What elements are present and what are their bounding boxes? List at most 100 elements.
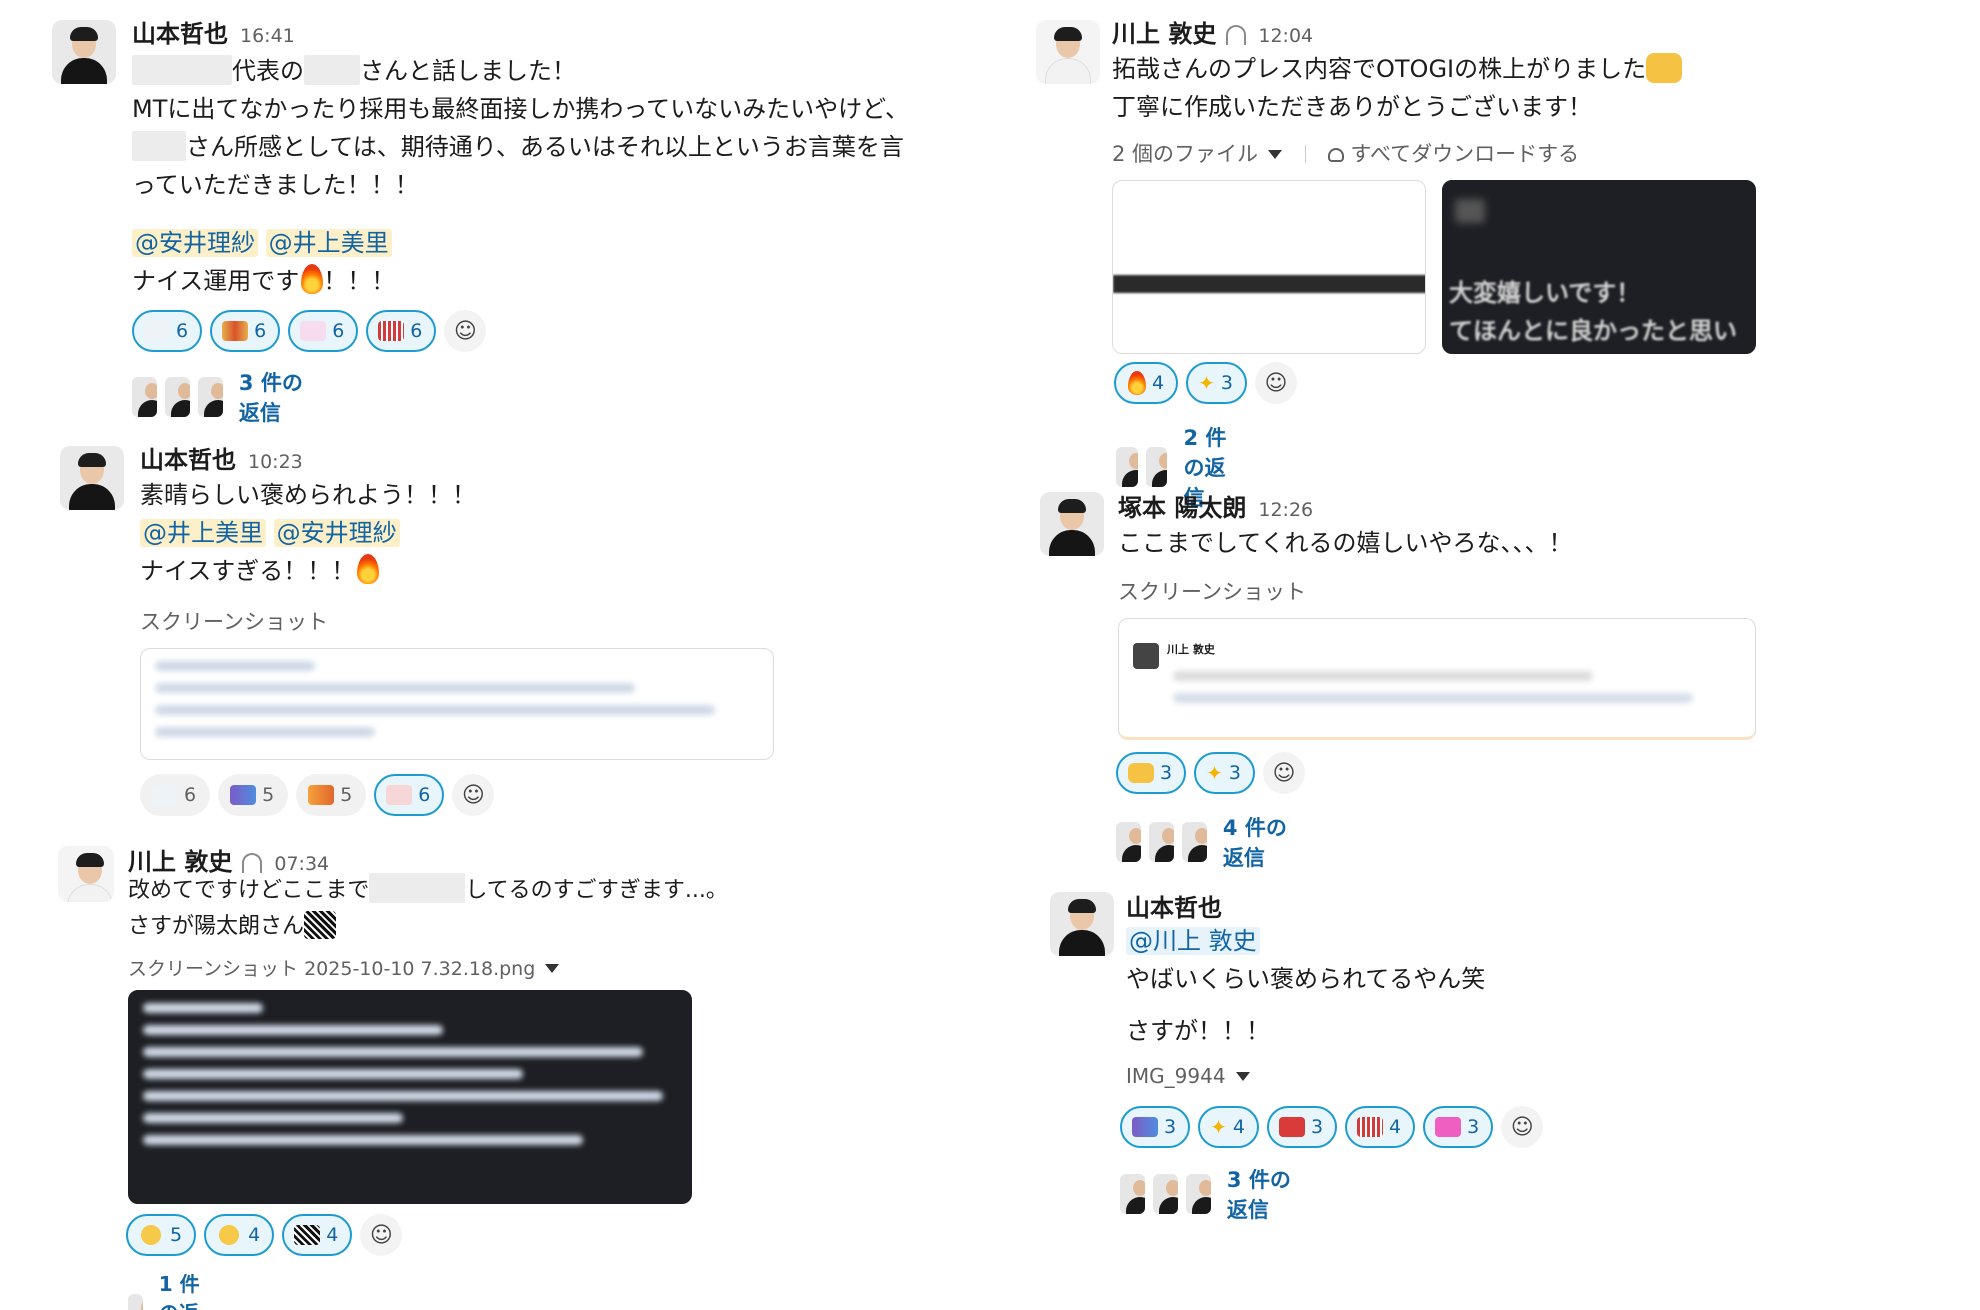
download-all-link[interactable]: すべてダウンロードする — [1350, 142, 1579, 166]
avatar[interactable] — [60, 446, 124, 510]
reaction[interactable]: 3 — [1116, 752, 1186, 794]
timestamp[interactable]: 10:23 — [248, 451, 303, 473]
add-reaction-icon[interactable]: ☺ — [1263, 752, 1305, 794]
emoji-icon — [294, 1225, 320, 1245]
reaction[interactable]: ✦3 — [1186, 362, 1247, 404]
chevron-down-icon — [1236, 1072, 1250, 1081]
image-text: 大変嬉しいです！ — [1449, 273, 1640, 308]
reaction[interactable]: 4 — [1345, 1106, 1415, 1148]
mentions-line: @安井理紗 @井上美里 — [132, 224, 392, 262]
avatar — [1120, 1174, 1145, 1214]
reaction[interactable]: 4 — [204, 1214, 274, 1256]
replies-link[interactable]: 3 件の返信 — [239, 367, 305, 427]
reaction[interactable]: 3 — [1423, 1106, 1493, 1148]
reaction-bar: 3 ✦3 ☺ — [1116, 752, 1305, 794]
avatar — [1146, 447, 1168, 487]
emoji-icon — [300, 321, 326, 341]
reaction[interactable]: ✦4 — [1198, 1106, 1259, 1148]
sender-name[interactable]: 川上 敦史 — [1112, 14, 1216, 49]
message-line: 丁寧に作成いただきありがとうございます！ — [1112, 88, 1592, 126]
raised-hands-emoji-icon — [1646, 53, 1682, 83]
sender-name[interactable]: 塚本 陽太朗 — [1118, 488, 1246, 523]
message-line: 拓哉さんのプレス内容でOTOGIの株上がりました — [1112, 50, 1682, 88]
download-icon — [1328, 148, 1344, 162]
avatar[interactable] — [1036, 20, 1100, 84]
file-thumbnail[interactable] — [1112, 180, 1426, 354]
avatar[interactable] — [52, 20, 116, 84]
timestamp[interactable]: 12:04 — [1258, 25, 1313, 47]
fire-emoji-icon — [357, 554, 379, 584]
sparkles-icon: ✦ — [1206, 761, 1223, 785]
sender-name[interactable]: 山本哲也 — [1126, 888, 1222, 923]
thread-replies[interactable]: 3 件の返信 — [1120, 1164, 1293, 1224]
message-line: やばいくらい褒められてるやん笑 — [1126, 960, 1485, 998]
avatar — [198, 377, 223, 417]
message-line: さすが！！！ — [1126, 1012, 1270, 1050]
reaction[interactable]: 6 — [132, 310, 202, 352]
timestamp[interactable]: 12:26 — [1258, 499, 1313, 521]
reaction[interactable]: 3 — [1267, 1106, 1337, 1148]
add-reaction-icon[interactable]: ☺ — [444, 310, 486, 352]
image-text: てほんとに良かったと思い — [1449, 311, 1737, 346]
mention[interactable]: @井上美里 — [140, 519, 266, 547]
reaction[interactable]: 6 — [366, 310, 436, 352]
file-count[interactable]: 2 個のファイル すべてダウンロードする — [1112, 138, 1579, 168]
screenshot-attachment[interactable] — [140, 648, 774, 760]
sender-name[interactable]: 山本哲也 — [132, 14, 228, 49]
reaction[interactable]: 5 — [296, 774, 366, 816]
add-reaction-icon[interactable]: ☺ — [452, 774, 494, 816]
mention[interactable]: @安井理紗 — [274, 519, 400, 547]
message-line: ナイス運用です！！！ — [132, 262, 395, 300]
file-thumbnail[interactable]: 大変嬉しいです！ てほんとに良かったと思い — [1442, 180, 1756, 354]
reaction-bar: 6 6 6 6 ☺ — [132, 310, 486, 352]
reaction-bar: 5 4 4 ☺ — [126, 1214, 402, 1256]
add-reaction-icon[interactable]: ☺ — [1255, 362, 1297, 404]
avatar — [165, 377, 190, 417]
reaction[interactable]: 5 — [126, 1214, 196, 1256]
mention[interactable]: @安井理紗 — [132, 229, 258, 257]
screenshot-attachment[interactable]: 川上 敦史 — [1118, 618, 1756, 740]
timestamp[interactable]: 16:41 — [240, 25, 295, 47]
add-reaction-icon[interactable]: ☺ — [360, 1214, 402, 1256]
fire-emoji-icon — [301, 264, 323, 294]
sender-name[interactable]: 山本哲也 — [140, 440, 236, 475]
avatar — [1182, 822, 1207, 862]
mention[interactable]: @井上美里 — [266, 229, 392, 257]
reaction[interactable]: 6 — [374, 774, 444, 816]
emoji-icon — [216, 1225, 242, 1245]
reaction[interactable]: 5 — [218, 774, 288, 816]
reaction[interactable]: 4 — [1114, 362, 1178, 404]
screenshot-attachment[interactable] — [128, 990, 692, 1204]
screenshot-name: 川上 敦史 — [1167, 641, 1215, 657]
replies-link[interactable]: 3 件の返信 — [1227, 1164, 1293, 1224]
message-line: っていただきました！！！ — [132, 166, 419, 204]
reaction[interactable]: 6 — [210, 310, 280, 352]
avatar[interactable] — [1040, 492, 1104, 556]
add-reaction-icon[interactable]: ☺ — [1501, 1106, 1543, 1148]
file-name[interactable]: スクリーンショット 2025-10-10 7.32.18.png — [128, 954, 559, 981]
message-line: ナイスすぎる！！！ — [140, 552, 379, 590]
file-name[interactable]: IMG_9944 — [1126, 1064, 1250, 1088]
reaction[interactable]: 3 — [1120, 1106, 1190, 1148]
avatar — [1116, 822, 1141, 862]
reaction[interactable]: 4 — [282, 1214, 352, 1256]
thread-replies[interactable]: 1 件の返信 — [128, 1268, 200, 1310]
message-line: MTに出てなかったり採用も最終面接しか携わっていないみたいやけど、 — [132, 90, 909, 128]
redacted-text — [304, 55, 360, 85]
redacted-text — [369, 873, 465, 903]
replies-link[interactable]: 1 件の返信 — [159, 1268, 200, 1310]
thread-replies[interactable]: 3 件の返信 — [132, 367, 305, 427]
emoji-icon — [152, 785, 178, 805]
avatar[interactable] — [1050, 892, 1114, 956]
reaction[interactable]: ✦3 — [1194, 752, 1255, 794]
thread-replies[interactable]: 4 件の返信 — [1116, 812, 1289, 872]
emoji-icon — [1132, 1117, 1158, 1137]
mention[interactable]: @川上 敦史 — [1126, 927, 1260, 955]
reaction[interactable]: 6 — [140, 774, 210, 816]
replies-link[interactable]: 4 件の返信 — [1223, 812, 1289, 872]
fire-emoji-icon — [1128, 371, 1146, 395]
avatar[interactable] — [58, 846, 114, 902]
emoji-icon — [230, 785, 256, 805]
reaction[interactable]: 6 — [288, 310, 358, 352]
message-line: さすが陽太朗さん — [128, 908, 336, 946]
